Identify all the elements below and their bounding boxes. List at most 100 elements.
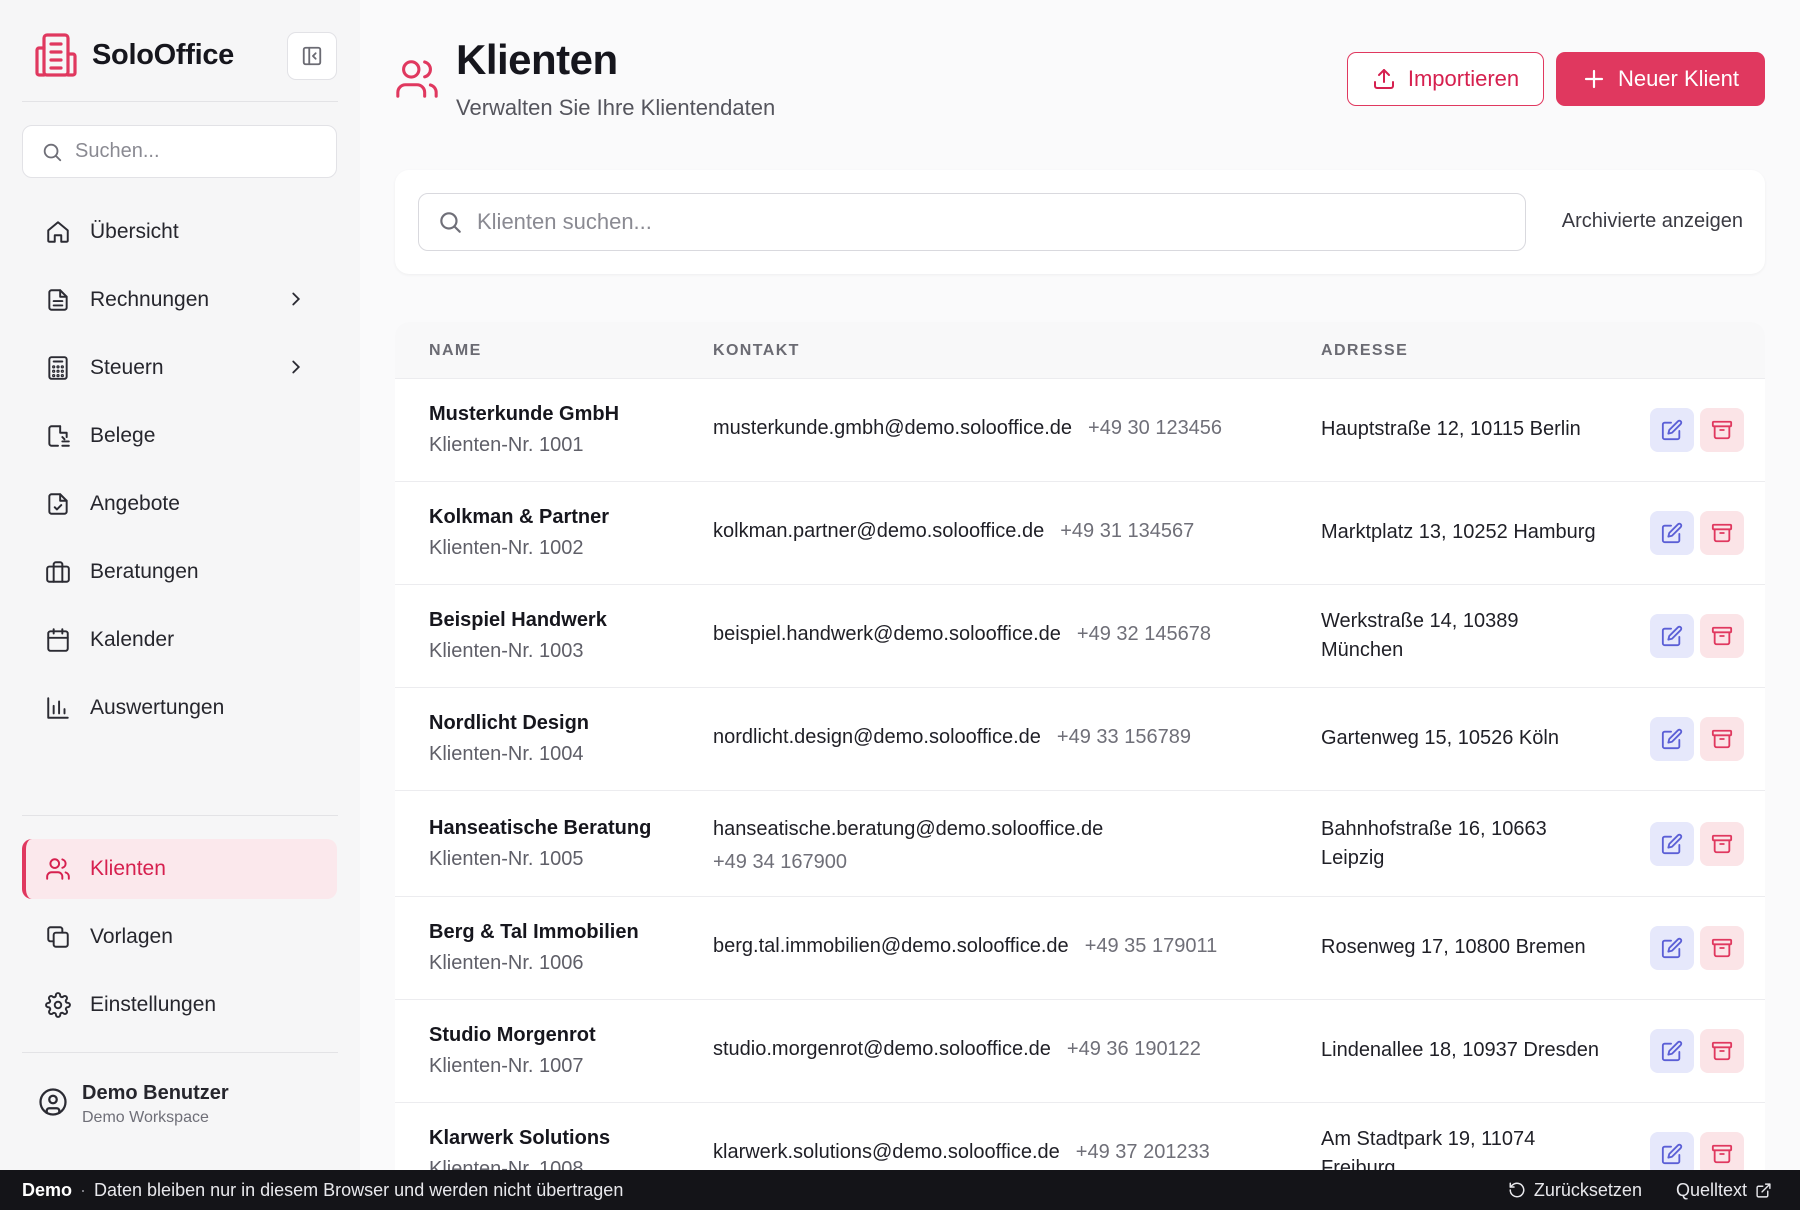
client-phone[interactable]: +49 32 145678 [1077, 623, 1211, 645]
collapse-sidebar-button[interactable] [287, 32, 337, 80]
reset-button[interactable]: Zurücksetzen [1508, 1180, 1642, 1201]
client-email[interactable]: klarwerk.solutions@demo.solooffice.de [713, 1141, 1060, 1163]
brand[interactable]: SoloOffice [34, 32, 234, 78]
sidebar-item-klienten[interactable]: Klienten [22, 839, 337, 899]
client-name[interactable]: Klarwerk Solutions [429, 1127, 610, 1150]
sidebar-item-einstellungen[interactable]: Einstellungen [22, 975, 337, 1035]
bar-chart-icon [44, 694, 72, 722]
file-check-icon [44, 490, 72, 518]
client-name[interactable]: Beispiel Handwerk [429, 609, 607, 632]
archive-button[interactable] [1700, 1029, 1744, 1073]
client-email[interactable]: nordlicht.design@demo.solooffice.de [713, 726, 1041, 748]
clients-table: NAME KONTAKT ADRESSE Musterkunde GmbH Kl… [395, 322, 1765, 1182]
client-email[interactable]: hanseatische.beratung@demo.solooffice.de [713, 813, 1103, 846]
import-button[interactable]: Importieren [1347, 52, 1544, 106]
client-name[interactable]: Nordlicht Design [429, 712, 589, 735]
archive-icon [1711, 729, 1733, 749]
client-phone[interactable]: +49 37 201233 [1076, 1141, 1210, 1163]
client-phone[interactable]: +49 35 179011 [1085, 935, 1218, 957]
edit-button[interactable] [1650, 1029, 1694, 1073]
client-email[interactable]: beispiel.handwerk@demo.solooffice.de [713, 623, 1061, 645]
gear-icon [44, 991, 72, 1019]
archive-button[interactable] [1700, 408, 1744, 452]
client-phone[interactable]: +49 31 134567 [1060, 520, 1194, 542]
edit-icon [1661, 728, 1683, 750]
edit-button[interactable] [1650, 822, 1694, 866]
client-name[interactable]: Berg & Tal Immobilien [429, 921, 639, 944]
archive-icon [1711, 1144, 1733, 1164]
edit-icon [1661, 522, 1683, 544]
client-name[interactable]: Musterkunde GmbH [429, 403, 619, 426]
page-title: Klienten [456, 36, 618, 83]
sidebar-item-kalender[interactable]: Kalender [22, 610, 337, 670]
sidebar-item-belege[interactable]: Belege [22, 406, 337, 466]
edit-button[interactable] [1650, 511, 1694, 555]
file-text-icon [44, 286, 72, 314]
sidebar-item-steuern[interactable]: Steuern [22, 338, 337, 398]
client-search[interactable] [418, 193, 1526, 251]
client-email[interactable]: kolkman.partner@demo.solooffice.de [713, 520, 1044, 542]
client-search-input[interactable] [477, 209, 1477, 235]
table-row[interactable]: Berg & Tal Immobilien Klienten-Nr. 1006 … [395, 896, 1765, 999]
table-row[interactable]: Nordlicht Design Klienten-Nr. 1004 nordl… [395, 687, 1765, 790]
sidebar-item-auswertungen[interactable]: Auswertungen [22, 678, 337, 738]
client-email[interactable]: studio.morgenrot@demo.solooffice.de [713, 1038, 1051, 1060]
archive-button[interactable] [1700, 822, 1744, 866]
client-address: Gartenweg 15, 10526 Köln [1321, 727, 1559, 749]
source-link[interactable]: Quelltext [1676, 1180, 1772, 1201]
client-number: Klienten-Nr. 1002 [429, 537, 584, 559]
archive-button[interactable] [1700, 511, 1744, 555]
client-name[interactable]: Studio Morgenrot [429, 1024, 596, 1047]
edit-button[interactable] [1650, 926, 1694, 970]
demo-message: Daten bleiben nur in diesem Browser und … [94, 1179, 624, 1200]
client-email[interactable]: berg.tal.immobilien@demo.solooffice.de [713, 935, 1069, 957]
sidebar-item-rechnungen[interactable]: Rechnungen [22, 270, 337, 330]
copy-icon [44, 923, 72, 951]
rotate-ccw-icon [1509, 1182, 1525, 1198]
sidebar-search-input[interactable] [75, 140, 315, 163]
app-name: SoloOffice [92, 38, 235, 71]
client-phone[interactable]: +49 34 167900 [713, 846, 1103, 879]
briefcase-icon [44, 558, 72, 586]
client-phone[interactable]: +49 30 123456 [1088, 417, 1222, 439]
upload-icon [1373, 69, 1394, 89]
client-email[interactable]: musterkunde.gmbh@demo.solooffice.de [713, 417, 1072, 439]
column-header-name[interactable]: NAME [429, 342, 482, 360]
client-name[interactable]: Kolkman & Partner [429, 506, 609, 529]
edit-button[interactable] [1650, 408, 1694, 452]
archive-button[interactable] [1700, 614, 1744, 658]
show-archived-toggle[interactable]: Archivierte anzeigen [1562, 210, 1743, 233]
sidebar: SoloOffice Übersicht Rechnungen Steuern … [0, 0, 360, 1170]
client-number: Klienten-Nr. 1003 [429, 640, 584, 662]
table-row[interactable]: Kolkman & Partner Klienten-Nr. 1002 kolk… [395, 481, 1765, 584]
edit-icon [1661, 1040, 1683, 1062]
client-phone[interactable]: +49 33 156789 [1057, 726, 1191, 748]
client-phone[interactable]: +49 36 190122 [1067, 1038, 1201, 1060]
client-name[interactable]: Hanseatische Beratung [429, 817, 651, 840]
archive-button[interactable] [1700, 926, 1744, 970]
user-profile[interactable]: Demo Benutzer Demo Workspace [38, 1082, 229, 1127]
receipt-icon [44, 422, 72, 450]
table-row[interactable]: Musterkunde GmbH Klienten-Nr. 1001 muste… [395, 378, 1765, 481]
table-row[interactable]: Beispiel Handwerk Klienten-Nr. 1003 beis… [395, 584, 1765, 687]
divider [22, 101, 338, 102]
user-name: Demo Benutzer [82, 1082, 229, 1104]
column-header-address[interactable]: ADRESSE [1321, 342, 1408, 360]
sidebar-item-beratungen[interactable]: Beratungen [22, 542, 337, 602]
edit-icon [1661, 1143, 1683, 1165]
table-row[interactable]: Studio Morgenrot Klienten-Nr. 1007 studi… [395, 999, 1765, 1102]
sidebar-item-uebersicht[interactable]: Übersicht [22, 202, 337, 262]
sidebar-item-angebote[interactable]: Angebote [22, 474, 337, 534]
column-header-contact[interactable]: KONTAKT [713, 342, 800, 360]
sidebar-search[interactable] [22, 125, 337, 178]
edit-button[interactable] [1650, 614, 1694, 658]
table-row[interactable]: Hanseatische Beratung Klienten-Nr. 1005 … [395, 790, 1765, 896]
client-number: Klienten-Nr. 1004 [429, 743, 584, 765]
edit-icon [1661, 419, 1683, 441]
edit-button[interactable] [1650, 717, 1694, 761]
new-client-button[interactable]: Neuer Klient [1556, 52, 1765, 106]
archive-button[interactable] [1700, 717, 1744, 761]
import-label: Importieren [1407, 66, 1520, 91]
sidebar-item-vorlagen[interactable]: Vorlagen [22, 907, 337, 967]
client-address: Am Stadtpark 19, 11074 [1321, 1128, 1536, 1150]
